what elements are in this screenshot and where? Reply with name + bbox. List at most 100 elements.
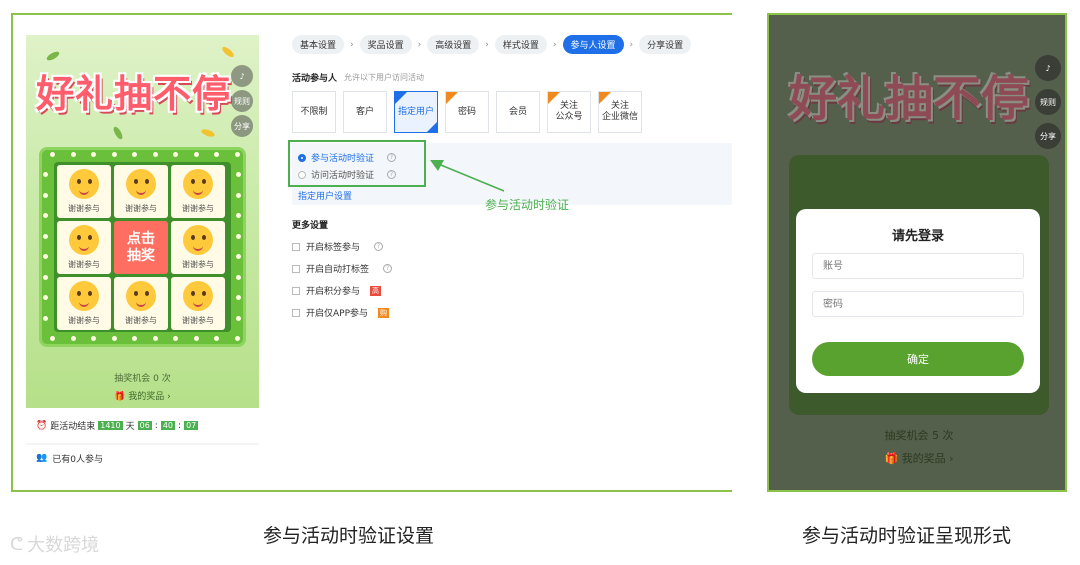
password-input[interactable] <box>812 291 1024 317</box>
lottery-grid: 谢谢参与 谢谢参与 谢谢参与 谢谢参与 点击抽奖 谢谢参与 谢谢参与 谢谢参与 … <box>54 162 231 332</box>
help-icon: ? <box>374 242 384 251</box>
board-light <box>43 192 48 198</box>
board-light <box>236 295 241 301</box>
option-member[interactable]: 会员 <box>496 91 540 133</box>
smiley-icon <box>183 169 213 199</box>
confetti-leaf <box>200 127 216 139</box>
confetti-leaf <box>220 45 236 59</box>
board-light <box>152 152 158 157</box>
right-caption: 参与活动时验证呈现形式 <box>802 525 1012 547</box>
tab-basic[interactable]: 基本设置 <box>292 35 345 54</box>
confetti-leaf <box>45 49 61 63</box>
check-app-only[interactable]: 开启仅APP参与购 <box>292 306 390 319</box>
check-auto-tag[interactable]: 开启自动打标签? <box>292 262 393 275</box>
draw-chances: 抽奖机会 0 次 <box>114 374 171 384</box>
board-light <box>50 336 55 341</box>
check-points-participation[interactable]: 开启积分参与高 <box>292 284 382 297</box>
users-icon: 👥 <box>36 453 48 463</box>
tab-participants[interactable]: 参与人设置 <box>562 35 624 54</box>
account-input[interactable] <box>812 253 1024 279</box>
board-light <box>152 336 158 341</box>
option-follow-wecom[interactable]: 关注 企业微信 <box>598 91 642 133</box>
phone-preview: 好礼抽不停 ♪ 规则 分享 谢谢参与 谢谢参与 谢谢参与 谢谢参与 点击抽奖 谢… <box>26 35 259 471</box>
right-screenshot-frame: 好礼抽不停 ♪ 规则 分享 抽奖机会 5 次 🎁 我的奖品 › 请先登录 确定 <box>767 13 1067 492</box>
option-follow-official[interactable]: 关注 公众号 <box>547 91 591 133</box>
participant-options: 不限制 客户 指定用户 密码 会员 关注 公众号 关注 企业微信 <box>292 91 642 133</box>
board-light <box>193 336 199 341</box>
tab-style[interactable]: 样式设置 <box>494 35 547 54</box>
prize-cell: 谢谢参与 <box>57 277 111 330</box>
draw-chances: 抽奖机会 5 次 <box>884 429 954 442</box>
share-button[interactable]: 分享 <box>231 115 253 137</box>
draw-button[interactable]: 点击抽奖 <box>114 221 168 274</box>
help-icon: ? <box>383 264 393 273</box>
board-light <box>43 213 48 219</box>
board-light <box>43 315 48 321</box>
prize-cell: 谢谢参与 <box>114 165 168 218</box>
lottery-title: 好礼抽不停 <box>36 72 232 116</box>
smiley-icon <box>126 169 156 199</box>
watermark-logo: ᕦ 大数跨境 <box>10 533 100 557</box>
highlight-box <box>288 140 426 187</box>
board-light <box>235 152 240 157</box>
board-light <box>111 152 117 157</box>
board-light <box>132 152 138 157</box>
board-light <box>43 295 48 301</box>
board-light <box>236 213 241 219</box>
board-light <box>43 254 48 260</box>
clock-icon: ⏰ <box>36 420 48 431</box>
option-password[interactable]: 密码 <box>445 91 489 133</box>
smiley-icon <box>69 225 99 255</box>
board-light <box>91 336 97 341</box>
specified-user-settings-link[interactable]: 指定用户设置 <box>298 189 352 202</box>
smiley-icon <box>69 169 99 199</box>
badge: 购 <box>378 307 390 318</box>
board-light <box>111 336 117 341</box>
smiley-icon <box>183 281 213 311</box>
annotation-label: 参与活动时验证 <box>485 198 570 212</box>
board-light <box>173 336 179 341</box>
board-light <box>236 274 241 280</box>
participants-count: 👥 已有0人参与 <box>26 445 259 471</box>
confetti-leaf <box>111 125 125 141</box>
option-unlimited[interactable]: 不限制 <box>292 91 336 133</box>
rules-button[interactable]: 规则 <box>231 90 253 112</box>
smiley-icon <box>126 281 156 311</box>
tab-prize[interactable]: 奖品设置 <box>359 35 412 54</box>
music-icon[interactable]: ♪ <box>231 65 253 87</box>
login-title: 请先登录 <box>891 229 944 244</box>
board-light <box>235 336 240 341</box>
login-dialog: 请先登录 确定 <box>796 209 1040 393</box>
board-light <box>236 233 241 239</box>
settings-panel: 基本设置 › 奖品设置 › 高级设置 › 样式设置 › 参与人设置 › 分享设置 活动参与… <box>276 15 732 490</box>
smiley-icon <box>69 281 99 311</box>
tab-share[interactable]: 分享设置 <box>639 35 692 54</box>
rules-button[interactable]: 规则 <box>1035 89 1061 115</box>
board-light <box>214 336 220 341</box>
countdown-bar: ⏰ 距活动结束 1410 天 06: 40: 07 <box>26 408 259 443</box>
share-button[interactable]: 分享 <box>1035 123 1061 149</box>
option-customer[interactable]: 客户 <box>343 91 387 133</box>
lottery-board: 谢谢参与 谢谢参与 谢谢参与 谢谢参与 点击抽奖 谢谢参与 谢谢参与 谢谢参与 … <box>39 147 246 347</box>
board-light <box>70 152 76 157</box>
participants-label: 活动参与人 <box>292 74 338 84</box>
prize-cell: 谢谢参与 <box>57 165 111 218</box>
board-light <box>236 192 241 198</box>
board-light <box>236 254 241 260</box>
check-tag-participation[interactable]: 开启标签参与? <box>292 240 384 253</box>
board-light <box>43 274 48 280</box>
my-prize-link[interactable]: 🎁 我的奖品 › <box>26 389 259 402</box>
tab-advanced[interactable]: 高级设置 <box>427 35 480 54</box>
prize-cell: 谢谢参与 <box>171 277 225 330</box>
confirm-button[interactable]: 确定 <box>812 342 1024 376</box>
option-specified-user[interactable]: 指定用户 <box>394 91 438 133</box>
board-light <box>43 233 48 239</box>
my-prize-link[interactable]: 🎁 我的奖品 › <box>769 450 1065 466</box>
badge: 高 <box>370 285 382 296</box>
prize-cell: 谢谢参与 <box>57 221 111 274</box>
music-icon[interactable]: ♪ <box>1035 55 1061 81</box>
board-light <box>91 152 97 157</box>
annotation-arrow-icon <box>430 160 505 192</box>
check-corner-icon <box>427 122 437 132</box>
board-light <box>173 152 179 157</box>
